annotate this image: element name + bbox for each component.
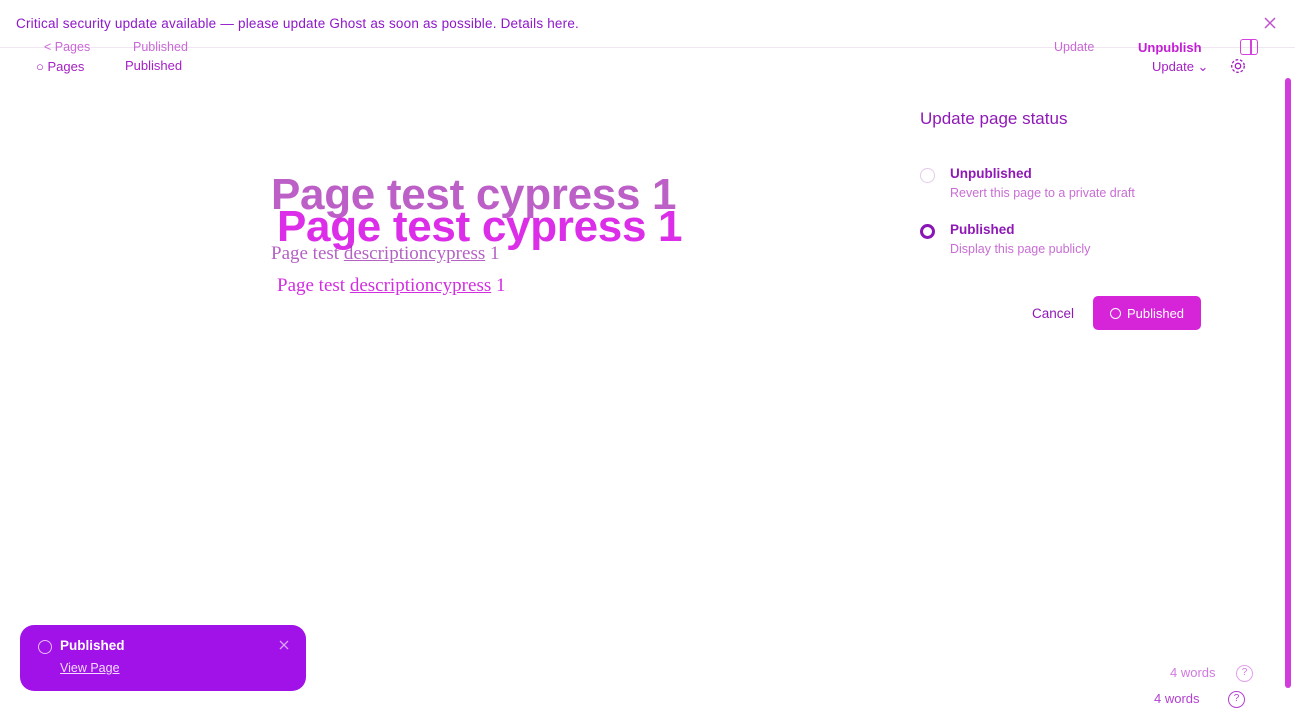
confirm-published-button[interactable]: Published — [1093, 296, 1201, 330]
word-count-ghost: 4 words — [1170, 665, 1216, 680]
update-label: Update — [1152, 59, 1194, 74]
option-unpublished-label: Unpublished — [950, 166, 1032, 181]
security-update-text[interactable]: Critical security update available — ple… — [16, 16, 579, 31]
option-published-label: Published — [950, 222, 1015, 237]
update-dropdown[interactable]: Update ⌄ — [1152, 59, 1208, 75]
ghost-back-link: < Pages — [44, 40, 91, 54]
view-page-link[interactable]: View Page — [60, 661, 120, 675]
help-icon-ghost: ? — [1236, 665, 1253, 682]
radio-published[interactable] — [920, 224, 935, 239]
published-toast: Published View Page — [20, 625, 306, 691]
page-status-label: Published — [125, 58, 183, 73]
word-count: 4 words — [1154, 691, 1200, 706]
confirm-published-label: Published — [1126, 305, 1185, 321]
back-to-pages-link[interactable]: ○ Pages — [36, 59, 84, 74]
security-update-banner: Critical security update available — ple… — [0, 0, 1295, 48]
option-unpublished[interactable]: Unpublished Revert this page to a privat… — [920, 166, 1180, 206]
page-description-ghost: Page test descriptioncypress 1 — [271, 243, 499, 265]
check-circle-icon — [1109, 307, 1121, 319]
radio-unpublished[interactable] — [920, 168, 935, 183]
description-link[interactable]: descriptioncypress — [350, 275, 491, 296]
help-icon[interactable]: ? — [1228, 691, 1245, 708]
scrollbar[interactable] — [1285, 78, 1291, 688]
description-link-ghost: descriptioncypress — [343, 243, 486, 264]
unpublish-button[interactable]: Unpublish — [1138, 40, 1202, 55]
cancel-button[interactable]: Cancel — [1032, 306, 1074, 321]
description-prefix-ghost: Page test — [271, 243, 340, 264]
sidebar-toggle-icon[interactable] — [1240, 39, 1258, 55]
publish-panel-title: Update page status — [920, 109, 1068, 128]
ghost-update-label: Update — [1054, 40, 1095, 54]
description-suffix-ghost: 1 — [489, 243, 500, 264]
ghost-status-label: Published — [133, 40, 188, 54]
close-icon[interactable] — [1262, 15, 1278, 31]
check-circle-icon — [38, 640, 52, 654]
page-description[interactable]: Page test descriptioncypress 1 — [277, 275, 505, 297]
gear-icon[interactable] — [1229, 57, 1247, 75]
option-published[interactable]: Published Display this page publicly — [920, 222, 1180, 262]
description-prefix: Page test — [277, 275, 346, 296]
back-to-pages-label: Pages — [47, 59, 85, 74]
description-suffix: 1 — [495, 275, 506, 296]
toast-title: Published — [60, 638, 125, 653]
option-unpublished-description: Revert this page to a private draft — [950, 186, 1135, 200]
toast-close-icon[interactable] — [278, 639, 290, 651]
option-published-description: Display this page publicly — [950, 242, 1091, 256]
